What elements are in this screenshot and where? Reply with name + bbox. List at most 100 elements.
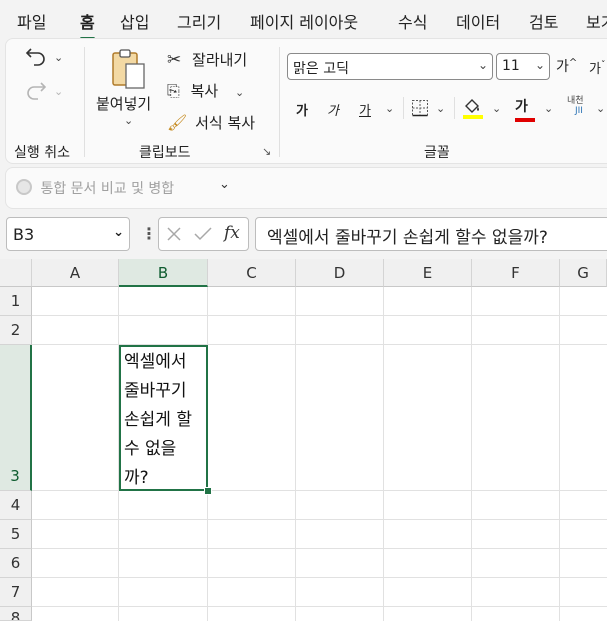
undo-dropdown-icon[interactable]: ⌄ xyxy=(54,51,63,64)
row-header-8[interactable]: 8 xyxy=(0,607,32,621)
row-header-3[interactable]: 3 xyxy=(0,345,32,491)
row-header-6[interactable]: 6 xyxy=(0,549,32,578)
gridline xyxy=(383,287,384,621)
phonetic-guide-button[interactable]: 내천 JII xyxy=(567,96,584,116)
copy-dropdown-icon[interactable]: ⌄ xyxy=(235,86,244,99)
row-header-7[interactable]: 7 xyxy=(0,578,32,607)
paste-icon[interactable] xyxy=(110,48,148,94)
tab-page-layout[interactable]: 페이지 레이아웃 xyxy=(250,9,358,33)
ribbon: ⌄ ⌄ 실행 취소 붙여넣기 ⌄ ✂ 잘라내기 ⎘ 복사 ⌄ 🖌 서식 복사 클… xyxy=(5,38,607,164)
row-header-4[interactable]: 4 xyxy=(0,491,32,520)
underline-button[interactable]: 가 xyxy=(359,100,371,119)
decrease-font-size-button[interactable]: 가ˇ xyxy=(589,58,605,77)
tab-file[interactable]: 파일 xyxy=(17,9,46,33)
group-divider xyxy=(403,97,404,119)
column-header-g[interactable]: G xyxy=(560,259,607,287)
cell-b3[interactable]: 엑셀에서 줄바꾸기 손쉽게 할 수 없을 까? xyxy=(119,345,208,491)
enter-check-icon[interactable] xyxy=(194,226,212,242)
gridline xyxy=(295,287,296,621)
name-box-value: B3 xyxy=(13,225,35,244)
font-color-glyph: 가 xyxy=(515,99,528,115)
group-divider xyxy=(279,47,280,157)
select-all-corner[interactable] xyxy=(0,259,32,287)
chevron-down-icon[interactable]: ⌄ xyxy=(535,58,545,72)
compare-merge-icon xyxy=(16,179,32,195)
scissors-icon: ✂ xyxy=(167,50,182,70)
compare-merge-label: 통합 문서 비교 및 병합 xyxy=(40,181,175,197)
copy-icon: ⎘ xyxy=(167,81,180,100)
format-painter-button[interactable]: 🖌 서식 복사 xyxy=(167,112,255,133)
column-header-b[interactable]: B xyxy=(119,259,208,287)
column-header-d[interactable]: D xyxy=(296,259,384,287)
bold-button[interactable]: 가 xyxy=(296,100,308,119)
compare-merge-bar: 통합 문서 비교 및 병합 ⌄ xyxy=(5,167,607,209)
column-header-e[interactable]: E xyxy=(384,259,472,287)
borders-button[interactable] xyxy=(411,99,429,121)
fill-bucket-icon xyxy=(463,99,483,119)
paste-button-label[interactable]: 붙여넣기 xyxy=(96,93,151,114)
borders-dropdown-icon[interactable]: ⌄ xyxy=(436,102,445,115)
tab-view[interactable]: 보기 xyxy=(586,9,607,33)
insert-function-icon[interactable]: fx xyxy=(224,223,240,243)
font-color-button[interactable]: 가 xyxy=(515,96,535,122)
cut-label: 잘라내기 xyxy=(192,51,248,69)
name-box[interactable]: B3 ⌄ xyxy=(6,217,130,251)
fill-color-button[interactable] xyxy=(462,96,484,124)
undo-button[interactable]: ⌄ xyxy=(25,45,63,71)
clipboard-launcher-icon[interactable]: ↘ xyxy=(262,145,271,158)
undo-icon xyxy=(25,48,45,66)
font-name-value: 맑은 고딕 xyxy=(293,61,349,77)
format-painter-label: 서식 복사 xyxy=(195,114,256,132)
italic-button[interactable]: 가 xyxy=(327,100,339,119)
tab-formulas[interactable]: 수식 xyxy=(398,9,427,33)
formula-input[interactable]: 엑셀에서 줄바꾸기 손쉽게 할수 없을까? xyxy=(255,217,607,251)
tab-home[interactable]: 홈 xyxy=(80,9,95,40)
compare-merge-button[interactable]: 통합 문서 비교 및 병합 xyxy=(16,178,174,198)
row-header-2[interactable]: 2 xyxy=(0,316,32,345)
worksheet-grid[interactable]: A B C D E F G 1 2 3 4 5 6 7 8 엑셀에서 줄바꾸기 … xyxy=(0,259,607,621)
customize-toolbar-icon[interactable]: ⌄ xyxy=(219,177,230,192)
clipboard-group-label: 클립보드 xyxy=(139,145,191,161)
tab-data[interactable]: 데이터 xyxy=(456,9,500,33)
fill-color-dropdown-icon[interactable]: ⌄ xyxy=(492,102,501,115)
copy-label: 복사 xyxy=(190,82,219,100)
redo-dropdown-icon[interactable]: ⌄ xyxy=(54,85,63,98)
tab-insert[interactable]: 삽입 xyxy=(120,9,149,33)
font-group-label: 글꼴 xyxy=(424,145,450,161)
tab-review[interactable]: 검토 xyxy=(529,9,558,33)
redo-button[interactable]: ⌄ xyxy=(25,79,63,105)
menu-tabs: 파일 홈 삽입 그리기 페이지 레이아웃 수식 데이터 검토 보기 xyxy=(0,0,607,40)
gridline xyxy=(559,287,560,621)
formula-text: 엑셀에서 줄바꾸기 손쉽게 할수 없을까? xyxy=(267,228,548,248)
copy-button[interactable]: ⎘ 복사 ⌄ xyxy=(167,80,244,101)
formula-buttons: fx xyxy=(158,217,249,251)
phonetic-dropdown-icon[interactable]: ⌄ xyxy=(596,102,605,115)
group-divider xyxy=(454,97,455,119)
column-header-f[interactable]: F xyxy=(472,259,560,287)
font-size-combo[interactable]: 11 ⌄ xyxy=(496,53,550,80)
font-color-swatch xyxy=(515,118,535,122)
row-header-1[interactable]: 1 xyxy=(0,287,32,316)
cut-button[interactable]: ✂ 잘라내기 xyxy=(167,49,247,70)
borders-icon xyxy=(412,100,428,117)
more-options-icon[interactable]: ⋮ xyxy=(141,224,157,243)
font-name-combo[interactable]: 맑은 고딕 ⌄ xyxy=(287,53,493,80)
undo-group-label: 실행 취소 xyxy=(14,145,70,161)
chevron-down-icon[interactable]: ⌄ xyxy=(113,225,124,240)
fill-handle[interactable] xyxy=(204,487,212,495)
column-header-a[interactable]: A xyxy=(32,259,119,287)
font-size-value: 11 xyxy=(502,58,520,74)
gridline xyxy=(471,287,472,621)
paste-dropdown-icon[interactable]: ⌄ xyxy=(124,114,133,127)
underline-dropdown-icon[interactable]: ⌄ xyxy=(385,102,394,115)
chevron-down-icon[interactable]: ⌄ xyxy=(478,58,488,72)
redo-icon xyxy=(27,82,47,100)
column-header-c[interactable]: C xyxy=(208,259,296,287)
increase-font-size-button[interactable]: 가^ xyxy=(556,56,577,76)
font-color-dropdown-icon[interactable]: ⌄ xyxy=(544,102,553,115)
row-header-5[interactable]: 5 xyxy=(0,520,32,549)
tab-draw[interactable]: 그리기 xyxy=(177,9,221,33)
cancel-icon[interactable] xyxy=(166,226,182,242)
format-painter-icon: 🖌 xyxy=(167,113,188,132)
fill-color-swatch xyxy=(463,115,483,119)
